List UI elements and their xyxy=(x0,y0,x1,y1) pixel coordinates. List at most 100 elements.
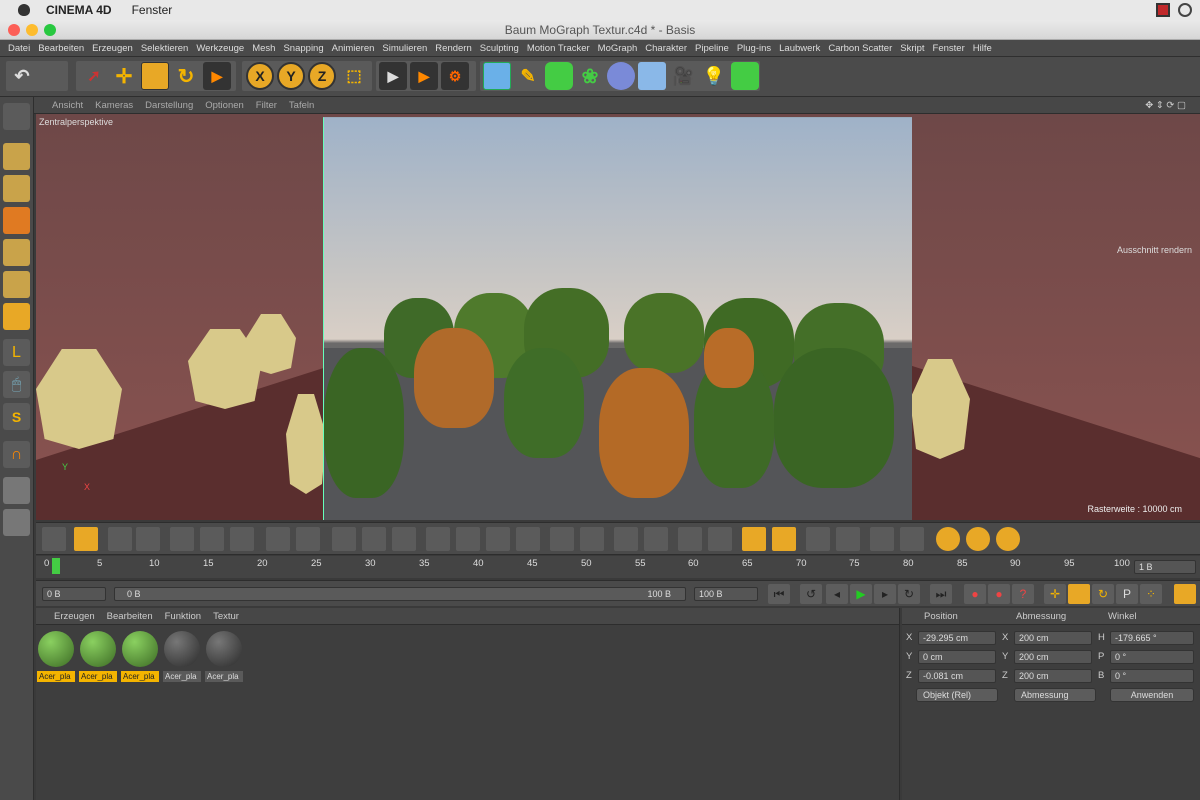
pen-spline-icon[interactable]: ✎ xyxy=(514,62,542,90)
go-to-end-icon[interactable]: ⏭ xyxy=(930,584,952,604)
tool-icon[interactable] xyxy=(486,527,510,551)
key-position-icon[interactable]: ✛ xyxy=(1044,584,1066,604)
key-xyz-icon[interactable] xyxy=(966,527,990,551)
tool-icon[interactable] xyxy=(870,527,894,551)
key-psr-icon[interactable] xyxy=(996,527,1020,551)
previous-frame-icon[interactable]: ◂ xyxy=(826,584,848,604)
viewport-menu-filter[interactable]: Filter xyxy=(256,100,277,111)
tool-icon[interactable] xyxy=(392,527,416,551)
brush-icon[interactable] xyxy=(74,527,98,551)
size-mode-dropdown[interactable]: Abmessung xyxy=(1014,688,1096,702)
select-pointer-icon[interactable]: ➚ xyxy=(80,62,108,90)
cloner-icon[interactable]: ❀ xyxy=(576,62,604,90)
render-settings-icon[interactable]: ⚙ xyxy=(441,62,469,90)
move-icon[interactable]: ✛ xyxy=(110,62,138,90)
viewport-nav-icons[interactable]: ✥ ⇕ ⟳ ▢ xyxy=(1145,100,1186,111)
apple-icon[interactable] xyxy=(18,4,30,16)
scale-icon[interactable] xyxy=(141,62,169,90)
go-to-start-icon[interactable]: ⏮ xyxy=(768,584,790,604)
record-icon[interactable] xyxy=(1156,3,1170,17)
max-time-field[interactable]: 100 B xyxy=(694,587,758,601)
subdivision-surface-icon[interactable] xyxy=(545,62,573,90)
menu-charakter[interactable]: Charakter xyxy=(645,43,687,54)
material-swatch[interactable]: Acer_pla xyxy=(121,630,159,682)
tool-icon[interactable] xyxy=(516,527,540,551)
rotate-icon[interactable]: ↻ xyxy=(172,62,200,90)
spline-tool-icon[interactable] xyxy=(742,527,766,551)
menu-bearbeiten[interactable]: Bearbeiten xyxy=(38,43,84,54)
tool-icon[interactable] xyxy=(362,527,386,551)
key-parameter-icon[interactable]: P xyxy=(1116,584,1138,604)
tool-icon[interactable] xyxy=(836,527,860,551)
tool-icon[interactable] xyxy=(200,527,224,551)
timeline-layout-icon[interactable] xyxy=(1174,584,1196,604)
render-view-icon[interactable]: ▶ xyxy=(379,62,407,90)
apply-button[interactable]: Anwenden xyxy=(1110,688,1194,702)
material-menu-erzeugen[interactable]: Erzeugen xyxy=(54,611,95,622)
make-editable-icon[interactable] xyxy=(3,103,30,130)
tool-icon[interactable] xyxy=(42,527,66,551)
tool-icon[interactable] xyxy=(644,527,668,551)
material-swatch[interactable]: Acer_pla xyxy=(37,630,75,682)
menu-rendern[interactable]: Rendern xyxy=(435,43,471,54)
size-x-field[interactable]: 200 cm xyxy=(1014,631,1092,645)
key-icon[interactable] xyxy=(936,527,960,551)
axis-mode-icon[interactable]: L xyxy=(3,339,30,366)
workplane-lock-icon[interactable] xyxy=(3,509,30,536)
cube-icon[interactable] xyxy=(483,62,511,90)
model-mode-icon[interactable] xyxy=(3,143,30,170)
menu-simulieren[interactable]: Simulieren xyxy=(382,43,427,54)
tool-icon[interactable] xyxy=(456,527,480,551)
snapping-icon[interactable]: S xyxy=(3,403,30,430)
viewport-menu-darstellung[interactable]: Darstellung xyxy=(145,100,193,111)
menu-pipeline[interactable]: Pipeline xyxy=(695,43,729,54)
material-menu-textur[interactable]: Textur xyxy=(213,611,239,622)
keyframe-selection-icon[interactable]: ? xyxy=(1012,584,1034,604)
menu-werkzeuge[interactable]: Werkzeuge xyxy=(196,43,244,54)
axis-x-lock-button[interactable]: X xyxy=(246,62,274,90)
camera-icon[interactable]: 🎥 xyxy=(669,62,697,90)
tool-icon[interactable] xyxy=(332,527,356,551)
menu-laubwerk[interactable]: Laubwerk xyxy=(779,43,820,54)
tool-icon[interactable] xyxy=(806,527,830,551)
menu-selektieren[interactable]: Selektieren xyxy=(141,43,189,54)
position-z-field[interactable]: -0.081 cm xyxy=(918,669,996,683)
tag-icon[interactable] xyxy=(731,62,759,90)
material-menu-bearbeiten[interactable]: Bearbeiten xyxy=(107,611,153,622)
min-time-field[interactable]: 0 B xyxy=(42,587,106,601)
menu-snapping[interactable]: Snapping xyxy=(283,43,323,54)
tool-icon[interactable] xyxy=(614,527,638,551)
menu-fenster[interactable]: Fenster xyxy=(933,43,965,54)
record-keys-icon[interactable]: ▶ xyxy=(203,62,231,90)
tweak-mode-icon[interactable]: 🖱 xyxy=(3,371,30,398)
next-key-icon[interactable]: ↻ xyxy=(898,584,920,604)
material-menu-funktion[interactable]: Funktion xyxy=(165,611,201,622)
position-x-field[interactable]: -29.295 cm xyxy=(918,631,996,645)
autokey-icon[interactable]: ● xyxy=(988,584,1010,604)
close-window-icon[interactable] xyxy=(8,24,20,36)
workplane-icon[interactable] xyxy=(3,207,30,234)
key-rotation-icon[interactable]: ↻ xyxy=(1092,584,1114,604)
menu-animieren[interactable]: Animieren xyxy=(332,43,375,54)
tool-icon[interactable] xyxy=(136,527,160,551)
viewport-menu-optionen[interactable]: Optionen xyxy=(205,100,244,111)
menu-carbon-scatter[interactable]: Carbon Scatter xyxy=(828,43,892,54)
menu-hilfe[interactable]: Hilfe xyxy=(973,43,992,54)
viewport-menu-tafeln[interactable]: Tafeln xyxy=(289,100,314,111)
floor-environment-icon[interactable] xyxy=(638,62,666,90)
minimize-window-icon[interactable] xyxy=(26,24,38,36)
axis-y-lock-button[interactable]: Y xyxy=(277,62,305,90)
render-picture-viewer-icon[interactable]: ▶ xyxy=(410,62,438,90)
menu-plugins[interactable]: Plug-ins xyxy=(737,43,771,54)
size-z-field[interactable]: 200 cm xyxy=(1014,669,1092,683)
menu-mesh[interactable]: Mesh xyxy=(252,43,275,54)
tool-icon[interactable] xyxy=(170,527,194,551)
material-swatch[interactable]: Acer_pla xyxy=(79,630,117,682)
zoom-window-icon[interactable] xyxy=(44,24,56,36)
rotation-p-field[interactable]: 0 ° xyxy=(1110,650,1194,664)
undo-icon[interactable]: ↶ xyxy=(8,62,36,90)
tool-icon[interactable] xyxy=(230,527,254,551)
tool-icon[interactable] xyxy=(900,527,924,551)
tool-icon[interactable] xyxy=(678,527,702,551)
tool-icon[interactable] xyxy=(296,527,320,551)
